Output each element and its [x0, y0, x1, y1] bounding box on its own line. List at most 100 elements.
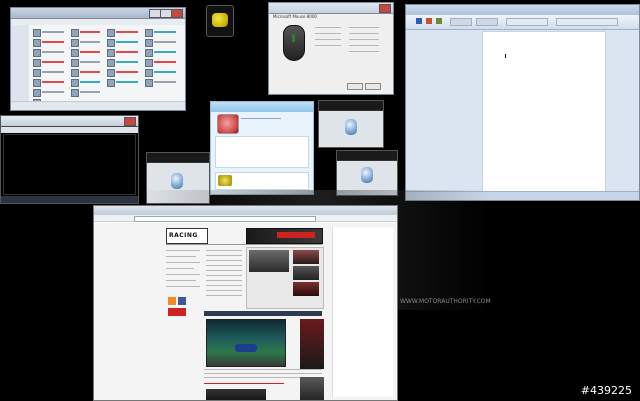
facebook-icon[interactable] — [178, 297, 186, 305]
file-icon[interactable] — [107, 29, 115, 37]
file-label[interactable] — [80, 91, 100, 93]
file-icon[interactable] — [71, 59, 79, 67]
car-thumbnail[interactable] — [206, 5, 234, 37]
side-image[interactable] — [300, 319, 324, 369]
ribbon-button[interactable] — [506, 18, 548, 26]
file-label[interactable] — [116, 61, 138, 63]
browser-toolbar[interactable] — [94, 215, 397, 222]
chat-input[interactable] — [215, 172, 309, 190]
browser-window[interactable]: RACING — [93, 205, 398, 401]
title-bar[interactable] — [147, 153, 209, 163]
news-thumbnails[interactable] — [246, 247, 324, 309]
file-label[interactable] — [154, 31, 176, 33]
thumbnail-image[interactable] — [249, 250, 289, 272]
ribbon-button[interactable] — [476, 18, 498, 26]
file-label[interactable] — [42, 81, 64, 83]
file-label[interactable] — [116, 31, 138, 33]
bottom-image-right[interactable] — [300, 377, 324, 400]
ok-button[interactable] — [347, 83, 363, 90]
headline-bar[interactable] — [204, 311, 322, 316]
ribbon-button[interactable] — [436, 18, 442, 24]
ribbon-button[interactable] — [426, 18, 432, 24]
file-icon[interactable] — [71, 49, 79, 57]
word-title-bar[interactable] — [406, 5, 639, 15]
word-ribbon[interactable] — [406, 15, 639, 30]
file-label[interactable] — [42, 61, 64, 63]
file-label[interactable] — [80, 41, 100, 43]
file-label[interactable] — [116, 51, 138, 53]
close-button[interactable] — [124, 117, 136, 126]
file-icon[interactable] — [33, 39, 41, 47]
link-line[interactable] — [204, 383, 284, 384]
address-bar[interactable] — [134, 216, 316, 222]
social-icons[interactable] — [168, 297, 196, 321]
ribbon-button[interactable] — [556, 18, 618, 26]
file-label[interactable] — [80, 31, 100, 33]
chat-title-bar[interactable] — [211, 102, 313, 112]
file-label[interactable] — [154, 81, 176, 83]
thumbnail-image[interactable] — [293, 250, 319, 264]
site-logo[interactable]: RACING — [166, 228, 208, 244]
file-icon[interactable] — [33, 89, 41, 97]
file-label[interactable] — [42, 51, 64, 53]
file-icon[interactable] — [33, 69, 41, 77]
terminal-menu[interactable] — [1, 127, 138, 133]
file-label[interactable] — [42, 71, 64, 73]
file-icon[interactable] — [71, 69, 79, 77]
ribbon-button[interactable] — [416, 18, 422, 24]
bottom-image[interactable] — [206, 389, 266, 400]
file-label[interactable] — [116, 71, 138, 73]
file-icon[interactable] — [145, 49, 153, 57]
close-button[interactable] — [379, 4, 391, 13]
file-label[interactable] — [154, 51, 176, 53]
file-label[interactable] — [154, 71, 176, 73]
title-bar[interactable] — [11, 8, 185, 19]
terminal-output[interactable] — [3, 134, 136, 195]
file-icon[interactable] — [71, 39, 79, 47]
thumbnail-image[interactable] — [293, 266, 319, 280]
file-icon[interactable] — [107, 49, 115, 57]
cancel-button[interactable] — [365, 83, 381, 90]
file-icon[interactable] — [71, 89, 79, 97]
title-bar[interactable] — [1, 116, 138, 127]
file-label[interactable] — [80, 81, 100, 83]
file-icon[interactable] — [33, 59, 41, 67]
title-bar[interactable] — [319, 101, 383, 111]
word-window[interactable] — [405, 4, 640, 201]
file-label[interactable] — [116, 41, 138, 43]
thumbnail-image[interactable] — [293, 282, 319, 296]
file-icon[interactable] — [145, 69, 153, 77]
file-icon[interactable] — [33, 49, 41, 57]
file-icon[interactable] — [71, 29, 79, 37]
file-label[interactable] — [80, 51, 100, 53]
right-sidebar[interactable] — [332, 227, 393, 397]
file-icon[interactable] — [145, 39, 153, 47]
file-icon[interactable] — [145, 79, 153, 87]
youtube-icon[interactable] — [168, 308, 186, 316]
browser-title-bar[interactable] — [94, 206, 397, 215]
featured-image[interactable] — [206, 319, 286, 367]
file-list-window[interactable] — [10, 7, 186, 111]
file-icon[interactable] — [107, 69, 115, 77]
page-area[interactable]: RACING — [94, 223, 397, 400]
file-icon[interactable] — [33, 79, 41, 87]
file-icon[interactable] — [33, 29, 41, 37]
file-icon[interactable] — [107, 59, 115, 67]
file-label[interactable] — [154, 41, 176, 43]
document-page[interactable] — [482, 31, 606, 193]
mini-window-2[interactable] — [318, 100, 384, 148]
close-button[interactable] — [171, 9, 183, 18]
file-label[interactable] — [80, 71, 100, 73]
title-bar[interactable] — [269, 3, 393, 14]
header-banner[interactable] — [246, 228, 323, 244]
file-label[interactable] — [42, 91, 64, 93]
file-icon[interactable] — [145, 59, 153, 67]
chat-window[interactable] — [210, 101, 314, 195]
file-label[interactable] — [42, 41, 64, 43]
file-label[interactable] — [154, 61, 176, 63]
rss-icon[interactable] — [168, 297, 176, 305]
terminal-window[interactable] — [0, 115, 139, 204]
mouse-properties-window[interactable]: Microsoft Mouse 8000 — [268, 2, 394, 95]
file-icon[interactable] — [107, 79, 115, 87]
ribbon-button[interactable] — [450, 18, 472, 26]
